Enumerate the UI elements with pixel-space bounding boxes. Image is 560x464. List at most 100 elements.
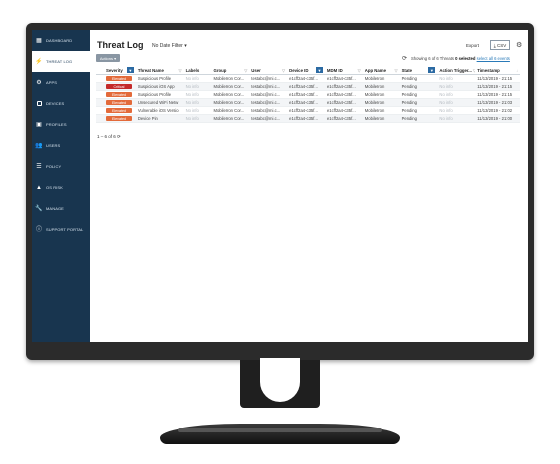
sidebar-item-apps[interactable]: ⚙ APPS <box>32 72 90 93</box>
state-cell: Pending <box>401 84 417 89</box>
sidebar-item-label: MANAGE <box>46 206 64 211</box>
column-header-group[interactable]: Group ▽ <box>211 68 249 73</box>
labels-cell: No info <box>185 76 199 81</box>
sidebar-item-policy[interactable]: ☰ POLICY <box>32 156 90 177</box>
select-all-link[interactable]: select all 6 events <box>477 56 510 61</box>
info-icon: ⓘ <box>35 226 43 233</box>
sidebar-item-label: DASHBOARD <box>46 38 73 43</box>
sidebar-item-devices[interactable]: DEVICES <box>32 93 90 114</box>
actions-label: Actions <box>99 55 113 61</box>
timestamp-cell: 11/13/2019 - 21:15 <box>477 92 513 97</box>
filter-icon[interactable]: ▼ <box>428 67 436 73</box>
action-trigger-cell: No info <box>439 108 453 113</box>
table-row[interactable]: Elevated Device Pin No info MobileIron C… <box>96 115 520 123</box>
page-title: Threat Log <box>97 40 144 50</box>
warning-icon: ▲ <box>35 184 43 191</box>
sidebar-item-threat-log[interactable]: ⚡ THREAT LOG <box>32 51 90 72</box>
table-row[interactable]: Elevated Vulnerable iOS Versio No info M… <box>96 107 520 115</box>
severity-badge: Elevated <box>105 92 132 97</box>
column-header-severity[interactable]: Severity ▼ <box>104 67 136 73</box>
column-header-app-name[interactable]: App Name ▽ <box>363 68 400 73</box>
column-header-action-trigger[interactable]: Action Trigger... ▽ <box>437 68 475 73</box>
filter-icon[interactable]: ▼ <box>126 67 134 73</box>
action-trigger-cell: No info <box>439 84 453 89</box>
threat-name-cell[interactable]: Device Pin <box>136 116 184 121</box>
monitor-screen: ▦ DASHBOARD ⚡ THREAT LOG ⚙ APPS DEVICES … <box>32 30 528 342</box>
group-cell: MobileIron Cor... <box>213 116 245 121</box>
state-cell: Pending <box>401 76 417 81</box>
sidebar-item-label: PROFILES <box>46 122 67 127</box>
column-header-state[interactable]: State ▼ <box>400 67 438 73</box>
threat-name-cell[interactable]: Suspicious Profile <box>136 76 184 81</box>
sidebar-item-label: POLICY <box>46 164 62 169</box>
sidebar-item-label: USERS <box>46 143 61 148</box>
wrench-icon: 🔧 <box>35 205 43 212</box>
refresh-icon[interactable]: ⟳ <box>402 55 407 62</box>
app-name-cell: MobileIron <box>364 100 385 105</box>
severity-badge: Elevated <box>105 116 132 121</box>
device-id-cell: e1cff2a4-c35f... <box>289 84 318 89</box>
device-id-cell: e1cff2a4-c35f... <box>289 108 318 113</box>
user-cell: testabc@mi.c... <box>251 100 281 105</box>
threat-name-cell[interactable]: Vulnerable iOS Versio <box>136 108 184 113</box>
column-header-threat-name[interactable]: Threat Name ▽ <box>136 68 184 73</box>
filter-icon[interactable]: ▽ <box>394 68 397 73</box>
filter-icon[interactable]: ▽ <box>179 68 182 73</box>
group-cell: MobileIron Cor... <box>213 84 245 89</box>
app-name-cell: MobileIron <box>364 92 385 97</box>
timestamp-cell: 11/13/2019 - 21:03 <box>477 100 513 105</box>
action-trigger-cell: No info <box>439 76 453 81</box>
table-row[interactable]: Elevated Suspicious Profile No info Mobi… <box>96 91 520 99</box>
csv-button-label: CSV <box>496 42 507 48</box>
sidebar-item-manage[interactable]: 🔧 MANAGE <box>32 198 90 219</box>
action-trigger-cell: No info <box>439 100 453 105</box>
pagination-label: 1 – 6 of 6 <box>97 134 116 139</box>
refresh-icon[interactable]: ⟳ <box>117 134 121 139</box>
table-header: Severity ▼ Threat Name ▽ Labels Group ▽ … <box>96 66 520 75</box>
mdm-id-cell: e1cff2a4-c35f... <box>326 108 356 113</box>
app-name-cell: MobileIron <box>364 84 385 89</box>
threat-name-cell[interactable]: Suspicious Profile <box>136 92 184 97</box>
settings-gear-icon[interactable]: ⚙ <box>516 41 522 49</box>
filter-icon[interactable]: ▽ <box>244 68 247 73</box>
threat-name-cell[interactable]: Suspicious iOS App <box>136 84 184 89</box>
date-filter-dropdown[interactable]: No Date Filter ▾ <box>152 43 187 49</box>
sidebar-item-profiles[interactable]: ▣ PROFILES <box>32 114 90 135</box>
column-header-device-id[interactable]: Device ID ▼ <box>287 67 325 73</box>
column-header-labels[interactable]: Labels <box>184 68 212 73</box>
column-header-mdm-id[interactable]: MDM ID ▽ <box>325 68 363 73</box>
filter-icon[interactable]: ▽ <box>358 68 361 73</box>
app-name-cell: MobileIron <box>364 116 385 121</box>
device-id-cell: e1cff2a4-c35f... <box>289 100 318 105</box>
labels-cell: No info <box>185 108 199 113</box>
table-row[interactable]: Elevated Unsecured WiFi Netw No info Mob… <box>96 99 520 107</box>
pagination: 1 – 6 of 6 ⟳ <box>97 134 121 140</box>
user-cell: testabc@mi.c... <box>251 84 281 89</box>
action-trigger-cell: No info <box>439 116 453 121</box>
filter-icon[interactable]: ▼ <box>315 67 323 73</box>
timestamp-cell: 11/13/2019 - 21:15 <box>477 76 513 81</box>
sidebar-item-os-risk[interactable]: ▲ OS RISK <box>32 177 90 198</box>
sort-icon[interactable]: ↓ <box>516 68 518 73</box>
labels-cell: No info <box>185 92 199 97</box>
column-header-user[interactable]: User ▽ <box>249 68 287 73</box>
labels-cell: No info <box>185 100 199 105</box>
filter-icon[interactable]: ▽ <box>282 68 285 73</box>
sidebar-item-support-portal[interactable]: ⓘ SUPPORT PORTAL <box>32 219 90 240</box>
monitor-stand-highlight <box>178 428 382 432</box>
column-header-timestamp[interactable]: Timestamp ↓ <box>475 68 520 73</box>
labels-cell: No info <box>185 84 199 89</box>
threat-name-cell[interactable]: Unsecured WiFi Netw <box>136 100 184 105</box>
mdm-id-cell: e1cff2a4-c35f... <box>326 92 356 97</box>
table-row[interactable]: Elevated Suspicious Profile No info Mobi… <box>96 75 520 83</box>
device-id-cell: e1cff2a4-c35f... <box>289 92 318 97</box>
sidebar-item-users[interactable]: 👥 USERS <box>32 135 90 156</box>
actions-button[interactable]: Actions ▾ <box>96 54 120 62</box>
timestamp-cell: 11/13/2019 - 21:02 <box>477 108 513 113</box>
csv-export-button[interactable]: ⤓ CSV <box>490 40 510 50</box>
sidebar-item-dashboard[interactable]: ▦ DASHBOARD <box>32 30 90 51</box>
export-label: Export <box>466 43 480 48</box>
group-cell: MobileIron Cor... <box>213 108 245 113</box>
table-body: Elevated Suspicious Profile No info Mobi… <box>96 75 520 123</box>
table-row[interactable]: Critical Suspicious iOS App No info Mobi… <box>96 83 520 91</box>
